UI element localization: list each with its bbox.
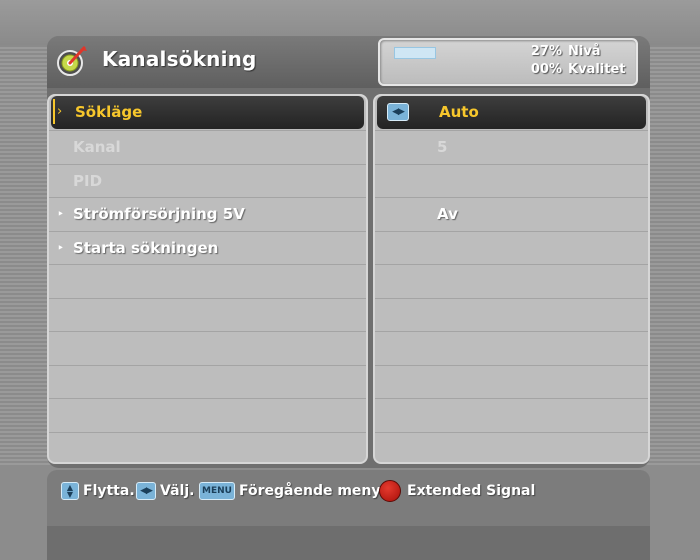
value-start-search (375, 232, 648, 265)
legend-move: ▲ ▼ Flytta. (61, 480, 135, 502)
legend-select-label: Välj. (160, 483, 195, 499)
signal-quality-label: Kvalitet (568, 62, 626, 77)
menu-item-power-5v[interactable]: ‣ Strömförsörjning 5V (49, 198, 366, 231)
signal-quality-row: 00% Kvalitet (528, 62, 626, 77)
legend-previous-menu-label: Föregående meny (239, 483, 381, 499)
value-search-mode[interactable]: ◀▶ Auto (377, 96, 646, 129)
selection-marker-icon: › (53, 99, 67, 124)
menu-item-pid: PID (49, 165, 366, 198)
menu-item-label: Strömförsörjning 5V (73, 205, 245, 223)
submenu-arrow-icon: ‣ (57, 207, 65, 221)
legend-move-label: Flytta. (83, 483, 135, 499)
menu-item-start-search[interactable]: ‣ Starta sökningen (49, 232, 366, 265)
value-power-5v[interactable]: Av (375, 198, 648, 231)
page-title: Kanalsökning (102, 47, 257, 71)
satellite-dish-icon (57, 46, 87, 76)
signal-level-bar (394, 47, 436, 59)
value-label: Auto (439, 103, 479, 121)
left-right-arrows-icon: ◀▶ (387, 103, 409, 121)
signal-status-box: 27% Nivå 00% Kvalitet (378, 38, 638, 86)
menu-item-label: Kanal (73, 138, 121, 156)
menu-item-label: Sökläge (75, 103, 143, 121)
menu-item-channel: Kanal (49, 131, 366, 164)
menu-item-label: PID (73, 172, 103, 190)
submenu-arrow-icon: ‣ (57, 241, 65, 255)
menu-item-search-mode[interactable]: › Sökläge (51, 96, 364, 129)
left-right-arrows-icon: ◀▶ (136, 482, 156, 500)
menu-item-label: Starta sökningen (73, 239, 219, 257)
footer-bottom (47, 526, 650, 560)
value-label: Av (437, 205, 458, 223)
signal-level-row: 27% Nivå (528, 44, 626, 59)
menu-key-icon: MENU (199, 482, 235, 500)
legend-previous-menu: MENU Föregående meny (199, 480, 381, 502)
value-label: 5 (437, 138, 448, 156)
value-pid (375, 165, 648, 198)
menu-labels-panel: › Sökläge Kanal PID ‣ Strömförsörjning 5… (47, 94, 368, 464)
legend-extended-signal-label: Extended Signal (407, 483, 536, 499)
signal-quality-percent: 00% (530, 62, 562, 77)
red-button-icon (379, 480, 401, 502)
legend-select: ◀▶ Välj. (136, 480, 194, 502)
up-down-arrows-icon: ▲ ▼ (61, 482, 79, 500)
signal-level-percent: 27% (530, 44, 562, 59)
legend-extended-signal: Extended Signal (379, 480, 535, 502)
menu-values-panel: ◀▶ Auto 5 Av (373, 94, 650, 464)
value-channel: 5 (375, 131, 648, 164)
signal-level-label: Nivå (568, 44, 601, 59)
